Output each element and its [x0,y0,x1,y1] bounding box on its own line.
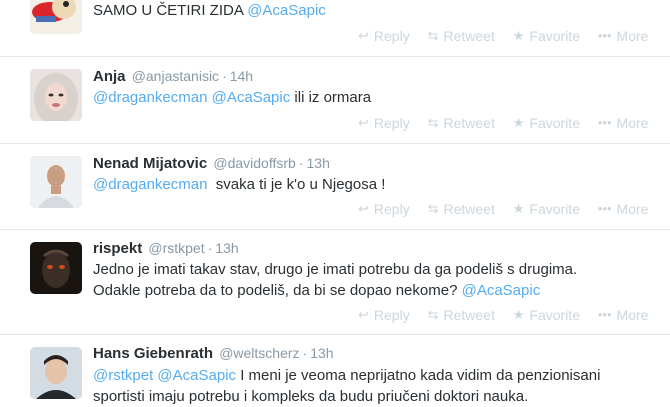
separator: · [207,240,213,256]
more-icon: ••• [597,115,612,130]
reply-icon: ↩ [358,307,369,322]
retweet-button[interactable]: ⇆ Retweet [428,307,495,323]
separator: · [222,68,227,84]
retweet-button[interactable]: ⇆ Retweet [428,115,495,131]
handle[interactable]: @rstkpet [148,240,204,256]
handle[interactable]: @anjastanisic [132,68,219,84]
retweet-button[interactable]: ⇆ Retweet [428,28,495,44]
tweet-item[interactable]: Hans Giebenrath @weltscherz · 13h @rstkpet… [0,335,670,405]
more-icon: ••• [597,201,612,216]
reply-icon: ↩ [358,28,369,43]
timestamp[interactable]: 13h [310,345,333,361]
tweet-text: SAMO U ČETIRI ZIDA @AcaSapic [93,2,326,19]
tweet-item[interactable]: rispekt @rstkpet · 13h Jedno je imati taka… [0,230,670,335]
avatar[interactable] [30,347,82,399]
tweet-text: @dragankecman svaka ti je k'o u Njegosa … [93,176,386,193]
mention-link[interactable]: @rstkpet [93,367,153,384]
more-icon: ••• [597,307,612,322]
tweet-actions: ↩ Reply ⇆ Retweet ★ Favorite ••• More [358,200,648,217]
display-name[interactable]: Nenad Mijatovic [93,155,207,172]
separator: · [298,155,304,171]
tweet-actions: ↩ Reply ⇆ Retweet ★ Favorite ••• More [358,114,648,131]
tweet-header: Hans Giebenrath @weltscherz · 13h [93,345,334,362]
display-name[interactable]: Hans Giebenrath [93,345,213,362]
mention-link[interactable]: @dragankecman [93,176,207,193]
reply-button[interactable]: ↩ Reply [358,28,410,44]
tweet-header: Anja @anjastanisic · 14h [93,68,253,85]
favorite-button[interactable]: ★ Favorite [513,28,580,44]
avatar[interactable] [30,242,82,294]
display-name[interactable]: Anja [93,68,126,85]
handle[interactable]: @davidoffsrb [213,155,295,171]
handle[interactable]: @weltscherz [219,345,299,361]
tweet-header: Nenad Mijatovic @davidoffsrb · 13h [93,155,330,172]
reply-button[interactable]: ↩ Reply [358,307,410,323]
tweet-item[interactable]: SAMO U ČETIRI ZIDA @AcaSapic ↩ Reply ⇆ Ret… [0,0,670,57]
favorite-button[interactable]: ★ Favorite [513,307,580,323]
tweet-actions: ↩ Reply ⇆ Retweet ★ Favorite ••• More [358,27,648,44]
tweet-item[interactable]: Nenad Mijatovic @davidoffsrb · 13h @dragan… [0,144,670,230]
favorite-button[interactable]: ★ Favorite [513,201,580,217]
star-icon: ★ [512,28,525,43]
mention-link[interactable]: @AcaSapic [212,89,291,106]
retweet-icon: ⇆ [427,115,439,130]
mention-link[interactable]: @AcaSapic [247,2,326,19]
separator: · [302,345,308,361]
more-button[interactable]: ••• More [598,201,649,217]
reply-icon: ↩ [358,201,369,216]
more-icon: ••• [597,28,612,43]
avatar[interactable] [30,69,82,121]
retweet-icon: ⇆ [427,201,439,216]
tweet-text: Jedno je imati takav stav, drugo je imat… [93,261,578,299]
tweet-item[interactable]: Anja @anjastanisic · 14h @dragankecman @Ac… [0,57,670,144]
retweet-icon: ⇆ [427,307,439,322]
reply-button[interactable]: ↩ Reply [358,201,410,217]
star-icon: ★ [512,201,525,216]
tweet-actions: ↩ Reply ⇆ Retweet ★ Favorite ••• More [358,306,648,323]
display-name[interactable]: rispekt [93,240,142,257]
star-icon: ★ [512,115,525,130]
more-button[interactable]: ••• More [598,115,649,131]
tweet-text: @rstkpet @AcaSapic I meni je veoma nepri… [93,367,601,405]
retweet-icon: ⇆ [427,28,439,43]
favorite-button[interactable]: ★ Favorite [513,115,580,131]
timestamp[interactable]: 13h [215,240,238,256]
mention-link[interactable]: @AcaSapic [462,282,541,299]
timestamp[interactable]: 14h [230,68,253,84]
reply-button[interactable]: ↩ Reply [358,115,410,131]
mention-link[interactable]: @AcaSapic [157,367,236,384]
mention-link[interactable]: @dragankecman [93,89,207,106]
reply-icon: ↩ [358,115,369,130]
timestamp[interactable]: 13h [307,155,330,171]
more-button[interactable]: ••• More [598,28,649,44]
avatar[interactable] [30,0,82,34]
avatar[interactable] [30,156,82,208]
more-button[interactable]: ••• More [598,307,649,323]
retweet-button[interactable]: ⇆ Retweet [428,201,495,217]
star-icon: ★ [512,307,525,322]
tweet-header: rispekt @rstkpet · 13h [93,240,239,257]
tweet-text: @dragankecman @AcaSapic ili iz ormara [93,89,372,106]
